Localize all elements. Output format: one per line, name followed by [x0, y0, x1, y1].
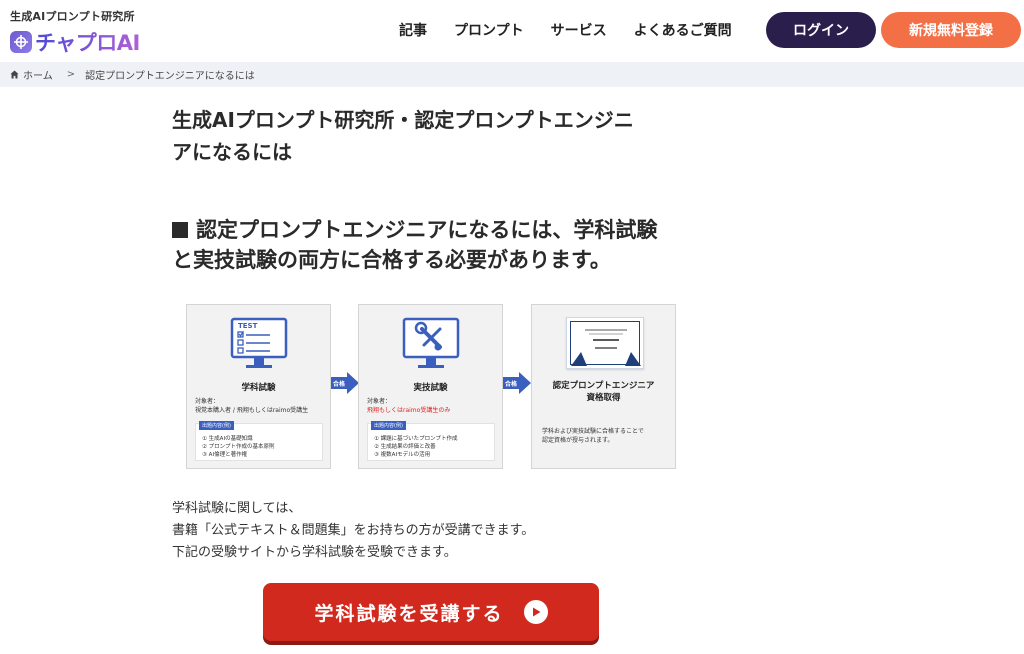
- certification-flow-figure: TEST 学科試験 対象者： 視覚本購入者 / 飛翔もしくはraimo受講生 出…: [186, 304, 676, 470]
- certification-card: 認定プロンプトエンジニア 資格取得 学科および実技試験に合格することで 認定資格…: [531, 304, 676, 469]
- page-title-line-1: 生成AIプロンプト研究所・認定プロンプトエンジニ: [172, 108, 634, 132]
- logo-mark-icon: [10, 31, 32, 53]
- content-box: 出題内容(例) ① 生成AIの基礎知識 ② プロンプト作成の基本原則 ③ AI倫…: [195, 421, 323, 461]
- pass-arrow-icon: 合格: [331, 372, 359, 394]
- content-item: ② プロンプト作成の基本原則: [202, 444, 275, 450]
- card-title: 実技試験: [413, 383, 448, 393]
- card-title-line-1: 認定プロンプトエンジニア: [552, 381, 655, 391]
- page-title-line-2: アになるには: [172, 140, 292, 164]
- content-badge: 出題内容(例): [199, 421, 234, 430]
- card-description: 学科および実技試験に合格することで 認定資格が授与されます。: [542, 427, 667, 445]
- site-logo[interactable]: 生成AIプロンプト研究所 チャプロAI: [10, 8, 140, 57]
- register-button[interactable]: 新規無料登録: [881, 12, 1021, 48]
- play-circle-icon: [523, 600, 548, 624]
- cta-label: 学科試験を受講する: [314, 602, 504, 625]
- svg-text:TEST: TEST: [238, 322, 258, 330]
- content-item: ① 生成AIの基礎知識: [202, 436, 253, 442]
- content-item: ② 生成結果の評価と改善: [374, 444, 436, 450]
- nav-item-services[interactable]: サービス: [551, 20, 607, 40]
- section-heading: 認定プロンプトエンジニアになるには、学科試験 と実技試験の両方に合格する必要があ…: [172, 215, 702, 275]
- square-bullet-icon: [172, 222, 188, 238]
- card-target-label: 対象者：: [195, 398, 220, 405]
- tools-monitor-icon: [402, 317, 460, 368]
- arrow-label: 合格: [333, 381, 346, 388]
- card-target-label: 対象者：: [367, 398, 392, 405]
- body-line-1: 学科試験に関しては、: [172, 501, 302, 516]
- nav-item-articles[interactable]: 記事: [399, 20, 427, 40]
- content-badge: 出題内容(例): [371, 421, 406, 430]
- breadcrumb-separator: >: [66, 69, 76, 80]
- content-item: ③ 複数AIモデルの活用: [374, 452, 431, 458]
- logo-name: チャプロAI: [35, 27, 140, 57]
- card-target: 視覚本購入者 / 飛翔もしくはraimo受講生: [195, 407, 309, 414]
- nav-item-faq[interactable]: よくあるご質問: [634, 20, 732, 40]
- content-box: 出題内容(例) ① 課題に基づいたプロンプト作成 ② 生成結果の評価と改善 ③ …: [367, 421, 495, 461]
- main-nav: 記事 プロンプト サービス よくあるご質問: [399, 20, 759, 40]
- content-item: ① 課題に基づいたプロンプト作成: [374, 436, 458, 442]
- home-icon: [10, 70, 19, 79]
- content-item: ③ AI倫理と著作権: [202, 452, 248, 458]
- card-title-line-2: 資格取得: [586, 393, 621, 403]
- pass-arrow-icon: 合格: [503, 372, 531, 394]
- card-description-line-1: 学科および実技試験に合格することで: [542, 428, 644, 435]
- breadcrumb-current: 認定プロンプトエンジニアになるには: [85, 71, 255, 82]
- section-heading-line-2: と実技試験の両方に合格する必要があります。: [172, 248, 611, 272]
- card-target: 飛翔もしくはraimo受講生のみ: [367, 407, 451, 414]
- body-line-3: 下記の受験サイトから学科試験を受験できます。: [172, 545, 457, 560]
- login-button[interactable]: ログイン: [766, 12, 876, 48]
- page-title: 生成AIプロンプト研究所・認定プロンプトエンジニ アになるには: [172, 104, 692, 168]
- body-paragraph: 学科試験に関しては、 書籍「公式テキスト＆問題集」をお持ちの方が受講できます。 …: [172, 498, 534, 564]
- body-line-2: 書籍「公式テキスト＆問題集」をお持ちの方が受講できます。: [172, 523, 535, 538]
- card-description-line-2: 認定資格が授与されます。: [542, 437, 614, 444]
- section-heading-line-1: 認定プロンプトエンジニアになるには、学科試験: [196, 218, 658, 242]
- logo-tagline: 生成AIプロンプト研究所: [10, 10, 135, 23]
- written-exam-card: TEST 学科試験 対象者： 視覚本購入者 / 飛翔もしくはraimo受講生 出…: [186, 304, 331, 469]
- breadcrumb-home-label: ホーム: [23, 71, 53, 82]
- site-header: 生成AIプロンプト研究所 チャプロAI 記事 プロンプト サービス よくあるご質…: [0, 0, 1024, 62]
- breadcrumb-home-link[interactable]: ホーム: [10, 67, 53, 82]
- nav-item-prompts[interactable]: プロンプト: [454, 20, 524, 40]
- arrow-label: 合格: [505, 381, 518, 388]
- take-written-exam-button[interactable]: 学科試験を受講する: [263, 583, 599, 641]
- practical-exam-card: 実技試験 対象者： 飛翔もしくはraimo受講生のみ 出題内容(例) ① 課題に…: [358, 304, 503, 469]
- card-title: 学科試験: [241, 383, 276, 393]
- test-monitor-icon: TEST: [230, 317, 288, 368]
- certificate-icon: [566, 317, 644, 369]
- breadcrumb: ホーム > 認定プロンプトエンジニアになるには: [0, 62, 1024, 87]
